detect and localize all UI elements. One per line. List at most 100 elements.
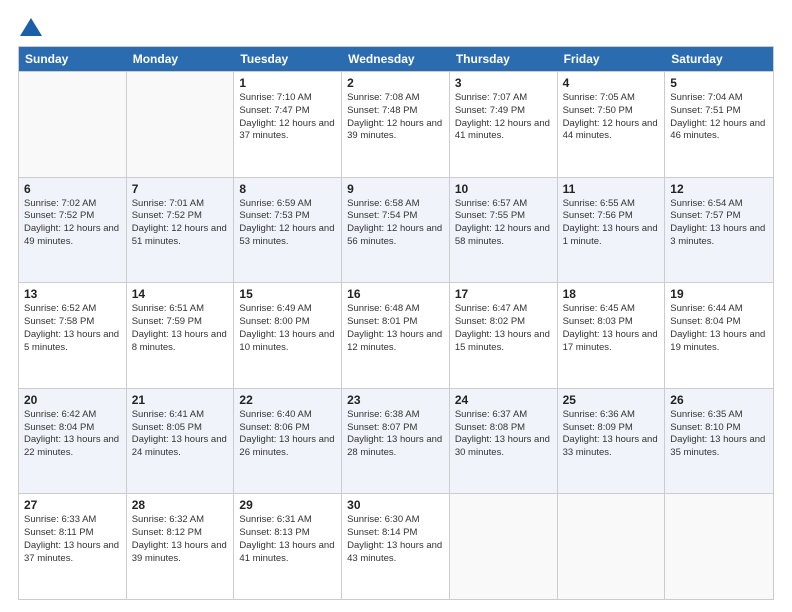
cell-day-number: 19: [670, 287, 768, 301]
cell-day-number: 17: [455, 287, 552, 301]
cell-day-number: 30: [347, 498, 444, 512]
cell-content: Sunrise: 6:44 AM Sunset: 8:04 PM Dayligh…: [670, 303, 768, 354]
cell-content: Sunrise: 6:40 AM Sunset: 8:06 PM Dayligh…: [239, 409, 336, 460]
cell-content: Sunrise: 6:36 AM Sunset: 8:09 PM Dayligh…: [563, 409, 660, 460]
cell-day-number: 16: [347, 287, 444, 301]
cell-content: Sunrise: 6:38 AM Sunset: 8:07 PM Dayligh…: [347, 409, 444, 460]
calendar: SundayMondayTuesdayWednesdayThursdayFrid…: [18, 46, 774, 600]
cell-day-number: 26: [670, 393, 768, 407]
calendar-cell: [665, 494, 773, 599]
cell-content: Sunrise: 6:30 AM Sunset: 8:14 PM Dayligh…: [347, 514, 444, 565]
calendar-cell: [19, 72, 127, 177]
logo: [18, 16, 42, 36]
calendar-cell: 16Sunrise: 6:48 AM Sunset: 8:01 PM Dayli…: [342, 283, 450, 388]
cell-content: Sunrise: 7:07 AM Sunset: 7:49 PM Dayligh…: [455, 92, 552, 143]
cell-day-number: 21: [132, 393, 229, 407]
calendar-header: SundayMondayTuesdayWednesdayThursdayFrid…: [19, 47, 773, 71]
calendar-header-cell: Thursday: [450, 47, 558, 71]
cell-content: Sunrise: 6:52 AM Sunset: 7:58 PM Dayligh…: [24, 303, 121, 354]
calendar-cell: [127, 72, 235, 177]
calendar-cell: 21 Sunrise: 6:41 AM Sunset: 8:05 PM Dayli…: [127, 389, 235, 494]
calendar-cell: 24 Sunrise: 6:37 AM Sunset: 8:08 PM Dayli…: [450, 389, 558, 494]
calendar-cell: 29Sunrise: 6:31 AM Sunset: 8:13 PM Dayli…: [234, 494, 342, 599]
calendar-header-cell: Saturday: [665, 47, 773, 71]
cell-day-number: 11: [563, 182, 660, 196]
cell-day-number: 24: [455, 393, 552, 407]
cell-content: Sunrise: 6:54 AM Sunset: 7:57 PM Dayligh…: [670, 198, 768, 249]
calendar-cell: 8 Sunrise: 6:59 AM Sunset: 7:53 PM Daylig…: [234, 178, 342, 283]
cell-day-number: 7: [132, 182, 229, 196]
calendar-cell: 1 Sunrise: 7:10 AM Sunset: 7:47 PM Daylig…: [234, 72, 342, 177]
calendar-cell: 6Sunrise: 7:02 AM Sunset: 7:52 PM Daylig…: [19, 178, 127, 283]
calendar-header-cell: Wednesday: [342, 47, 450, 71]
calendar-cell: 25 Sunrise: 6:36 AM Sunset: 8:09 PM Dayli…: [558, 389, 666, 494]
calendar-cell: 10Sunrise: 6:57 AM Sunset: 7:55 PM Dayli…: [450, 178, 558, 283]
cell-content: Sunrise: 7:05 AM Sunset: 7:50 PM Dayligh…: [563, 92, 660, 143]
cell-day-number: 25: [563, 393, 660, 407]
cell-day-number: 9: [347, 182, 444, 196]
cell-day-number: 18: [563, 287, 660, 301]
cell-content: Sunrise: 6:45 AM Sunset: 8:03 PM Dayligh…: [563, 303, 660, 354]
cell-content: Sunrise: 6:33 AM Sunset: 8:11 PM Dayligh…: [24, 514, 121, 565]
cell-content: Sunrise: 6:37 AM Sunset: 8:08 PM Dayligh…: [455, 409, 552, 460]
header: [18, 16, 774, 36]
cell-content: Sunrise: 6:55 AM Sunset: 7:56 PM Dayligh…: [563, 198, 660, 249]
calendar-row: 20Sunrise: 6:42 AM Sunset: 8:04 PM Dayli…: [19, 388, 773, 494]
calendar-cell: 13 Sunrise: 6:52 AM Sunset: 7:58 PM Dayli…: [19, 283, 127, 388]
cell-content: Sunrise: 7:02 AM Sunset: 7:52 PM Dayligh…: [24, 198, 121, 249]
calendar-cell: [450, 494, 558, 599]
cell-day-number: 23: [347, 393, 444, 407]
calendar-cell: 28Sunrise: 6:32 AM Sunset: 8:12 PM Dayli…: [127, 494, 235, 599]
cell-content: Sunrise: 7:01 AM Sunset: 7:52 PM Dayligh…: [132, 198, 229, 249]
calendar-cell: 30 Sunrise: 6:30 AM Sunset: 8:14 PM Dayli…: [342, 494, 450, 599]
cell-content: Sunrise: 6:35 AM Sunset: 8:10 PM Dayligh…: [670, 409, 768, 460]
calendar-cell: 23 Sunrise: 6:38 AM Sunset: 8:07 PM Dayli…: [342, 389, 450, 494]
cell-content: Sunrise: 7:08 AM Sunset: 7:48 PM Dayligh…: [347, 92, 444, 143]
cell-day-number: 13: [24, 287, 121, 301]
calendar-cell: 3 Sunrise: 7:07 AM Sunset: 7:49 PM Daylig…: [450, 72, 558, 177]
calendar-cell: 7 Sunrise: 7:01 AM Sunset: 7:52 PM Daylig…: [127, 178, 235, 283]
calendar-row: 1 Sunrise: 7:10 AM Sunset: 7:47 PM Daylig…: [19, 71, 773, 177]
calendar-cell: 12 Sunrise: 6:54 AM Sunset: 7:57 PM Dayli…: [665, 178, 773, 283]
cell-content: Sunrise: 7:04 AM Sunset: 7:51 PM Dayligh…: [670, 92, 768, 143]
cell-day-number: 1: [239, 76, 336, 90]
cell-day-number: 4: [563, 76, 660, 90]
cell-day-number: 22: [239, 393, 336, 407]
calendar-cell: 19 Sunrise: 6:44 AM Sunset: 8:04 PM Dayli…: [665, 283, 773, 388]
cell-content: Sunrise: 6:47 AM Sunset: 8:02 PM Dayligh…: [455, 303, 552, 354]
calendar-cell: 4 Sunrise: 7:05 AM Sunset: 7:50 PM Daylig…: [558, 72, 666, 177]
calendar-cell: 18 Sunrise: 6:45 AM Sunset: 8:03 PM Dayli…: [558, 283, 666, 388]
calendar-row: 6Sunrise: 7:02 AM Sunset: 7:52 PM Daylig…: [19, 177, 773, 283]
cell-day-number: 8: [239, 182, 336, 196]
calendar-cell: 20Sunrise: 6:42 AM Sunset: 8:04 PM Dayli…: [19, 389, 127, 494]
logo-icon: [20, 18, 42, 36]
calendar-cell: 14 Sunrise: 6:51 AM Sunset: 7:59 PM Dayli…: [127, 283, 235, 388]
calendar-cell: 22 Sunrise: 6:40 AM Sunset: 8:06 PM Dayli…: [234, 389, 342, 494]
cell-day-number: 2: [347, 76, 444, 90]
cell-content: Sunrise: 6:42 AM Sunset: 8:04 PM Dayligh…: [24, 409, 121, 460]
cell-day-number: 14: [132, 287, 229, 301]
cell-day-number: 27: [24, 498, 121, 512]
calendar-header-cell: Monday: [127, 47, 235, 71]
calendar-row: 13 Sunrise: 6:52 AM Sunset: 7:58 PM Dayli…: [19, 282, 773, 388]
calendar-header-cell: Sunday: [19, 47, 127, 71]
cell-content: Sunrise: 7:10 AM Sunset: 7:47 PM Dayligh…: [239, 92, 336, 143]
cell-content: Sunrise: 6:32 AM Sunset: 8:12 PM Dayligh…: [132, 514, 229, 565]
calendar-row: 27 Sunrise: 6:33 AM Sunset: 8:11 PM Dayli…: [19, 493, 773, 599]
calendar-cell: 11 Sunrise: 6:55 AM Sunset: 7:56 PM Dayli…: [558, 178, 666, 283]
calendar-cell: [558, 494, 666, 599]
cell-content: Sunrise: 6:58 AM Sunset: 7:54 PM Dayligh…: [347, 198, 444, 249]
cell-content: Sunrise: 6:49 AM Sunset: 8:00 PM Dayligh…: [239, 303, 336, 354]
calendar-body: 1 Sunrise: 7:10 AM Sunset: 7:47 PM Daylig…: [19, 71, 773, 599]
cell-day-number: 12: [670, 182, 768, 196]
cell-content: Sunrise: 6:31 AM Sunset: 8:13 PM Dayligh…: [239, 514, 336, 565]
calendar-cell: 9 Sunrise: 6:58 AM Sunset: 7:54 PM Daylig…: [342, 178, 450, 283]
cell-content: Sunrise: 6:51 AM Sunset: 7:59 PM Dayligh…: [132, 303, 229, 354]
cell-content: Sunrise: 6:57 AM Sunset: 7:55 PM Dayligh…: [455, 198, 552, 249]
cell-content: Sunrise: 6:59 AM Sunset: 7:53 PM Dayligh…: [239, 198, 336, 249]
calendar-cell: 26 Sunrise: 6:35 AM Sunset: 8:10 PM Dayli…: [665, 389, 773, 494]
cell-day-number: 3: [455, 76, 552, 90]
cell-content: Sunrise: 6:41 AM Sunset: 8:05 PM Dayligh…: [132, 409, 229, 460]
calendar-header-cell: Friday: [558, 47, 666, 71]
calendar-cell: 2 Sunrise: 7:08 AM Sunset: 7:48 PM Daylig…: [342, 72, 450, 177]
